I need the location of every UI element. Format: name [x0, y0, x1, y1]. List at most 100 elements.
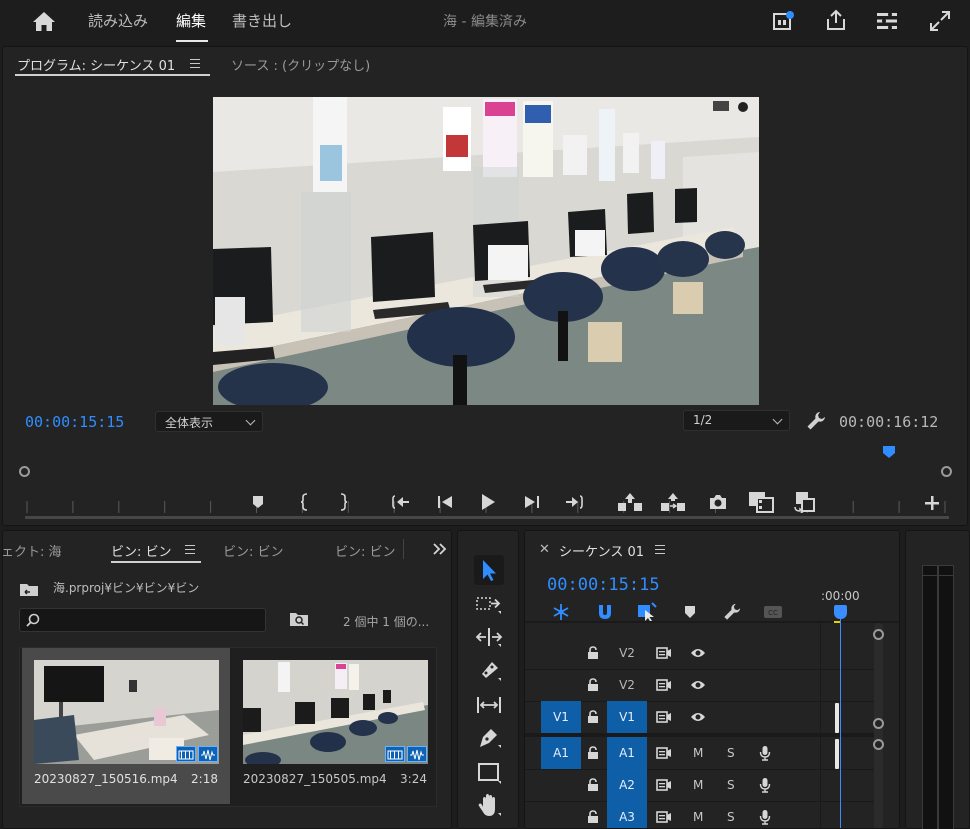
track-row-1: V2: [525, 669, 821, 701]
track-select-tool-icon[interactable]: [474, 589, 504, 619]
video-clip-end[interactable]: [835, 703, 839, 733]
play-icon[interactable]: [479, 493, 497, 511]
step-forward-icon[interactable]: [523, 495, 541, 509]
mic-icon[interactable]: [759, 809, 771, 825]
active-tab-indicator: [15, 74, 210, 76]
active-tab-indicator: [111, 561, 201, 563]
project-name: 海: [443, 14, 458, 30]
go-to-in-icon[interactable]: [391, 494, 411, 510]
rectangle-tool-icon[interactable]: [474, 757, 504, 787]
lift-icon[interactable]: [617, 492, 643, 512]
lock-icon[interactable]: [587, 678, 599, 692]
lock-icon[interactable]: [587, 646, 599, 660]
wrench-icon[interactable]: [806, 411, 826, 431]
audio-scrollbar-top-handle[interactable]: [873, 739, 884, 750]
mic-icon[interactable]: [759, 777, 771, 793]
scrollbar-top-handle[interactable]: [873, 629, 884, 640]
track-label[interactable]: A1: [607, 737, 647, 769]
track-label[interactable]: V2: [607, 669, 647, 701]
solo-button[interactable]: S: [727, 746, 735, 760]
solo-button[interactable]: S: [727, 778, 735, 792]
razor-tool-icon[interactable]: [474, 656, 504, 686]
add-marker-icon[interactable]: [251, 495, 265, 509]
mark-in-icon[interactable]: [298, 493, 310, 511]
film-icon[interactable]: [656, 679, 672, 691]
current-timecode[interactable]: 00:00:15:15: [25, 413, 124, 431]
zoom-dropdown[interactable]: 全体表示: [155, 411, 263, 432]
eye-icon[interactable]: [690, 647, 706, 659]
film-icon[interactable]: [656, 647, 672, 659]
add-icon[interactable]: [925, 496, 939, 510]
panel-menu-icon[interactable]: [190, 59, 200, 71]
parent-bin-icon[interactable]: [19, 581, 39, 597]
tab-program[interactable]: プログラム: シーケンス 01: [17, 55, 175, 74]
lock-icon[interactable]: [587, 746, 599, 760]
sync-lock-icon[interactable]: [656, 779, 672, 791]
trim-icon[interactable]: [793, 491, 817, 513]
track-row-3: A1 A1 M S: [525, 737, 821, 769]
media-grid: 20230827_150516.mp4 2:18 20230827_150505…: [19, 647, 437, 807]
mute-button[interactable]: M: [693, 778, 703, 792]
track-label[interactable]: V2: [607, 637, 647, 669]
track-label[interactable]: A2: [607, 769, 647, 801]
mark-out-icon[interactable]: [338, 493, 350, 511]
find-in-bin-icon[interactable]: [289, 611, 309, 627]
selection-tool-icon[interactable]: [474, 555, 504, 585]
resolution-dropdown[interactable]: 1/2: [683, 410, 790, 431]
eye-icon[interactable]: [690, 711, 706, 723]
ruler-end-handle[interactable]: [941, 466, 952, 477]
mute-button[interactable]: M: [693, 746, 703, 760]
chevron-double-right-icon[interactable]: [433, 543, 447, 555]
tab-bin-3[interactable]: ビン: ビン: [335, 541, 396, 560]
clip-item[interactable]: 20230827_150505.mp4 3:24: [231, 648, 439, 804]
tab-source[interactable]: ソース : (クリップなし): [231, 55, 370, 74]
mic-icon[interactable]: [759, 745, 771, 761]
scrollbar-bottom-handle[interactable]: [873, 718, 884, 729]
program-video-frame[interactable]: [213, 97, 759, 405]
time-ruler-track[interactable]: [25, 516, 949, 519]
tab-bin-1[interactable]: ビン: ビン: [111, 541, 172, 560]
tab-bin-2[interactable]: ビン: ビン: [223, 541, 284, 560]
camera-icon[interactable]: [708, 494, 728, 510]
audio-meter-panel: [905, 530, 970, 829]
fullscreen-icon[interactable]: [929, 10, 951, 32]
solo-button[interactable]: S: [727, 810, 735, 824]
workspaces-icon[interactable]: [876, 11, 898, 31]
extract-icon[interactable]: [660, 492, 686, 512]
lock-icon[interactable]: [587, 810, 599, 824]
ripple-edit-tool-icon[interactable]: [474, 622, 504, 652]
source-patch[interactable]: V1: [541, 701, 581, 733]
audio-clip-end[interactable]: [835, 739, 839, 769]
timeline-panel: ✕ シーケンス 01 00:00:15:15 :00:00 CC V2 V2 V1 V…: [524, 530, 900, 829]
ruler-start-handle[interactable]: [19, 466, 30, 477]
go-to-out-icon[interactable]: [564, 494, 584, 510]
lock-icon[interactable]: [587, 778, 599, 792]
tab-project[interactable]: ェクト: 海: [3, 541, 62, 560]
track-label[interactable]: A3: [607, 801, 647, 828]
sync-lock-icon[interactable]: [656, 811, 672, 823]
share-icon[interactable]: [825, 9, 847, 31]
mute-button[interactable]: M: [693, 810, 703, 824]
video-audio-divider[interactable]: [525, 733, 877, 737]
lock-icon[interactable]: [587, 710, 599, 724]
compare-icon[interactable]: [748, 491, 774, 513]
eye-icon[interactable]: [690, 679, 706, 691]
source-patch[interactable]: A1: [541, 737, 581, 769]
sync-lock-icon[interactable]: [656, 747, 672, 759]
hand-tool-icon[interactable]: [474, 791, 504, 821]
video-badge-icon: [385, 746, 405, 762]
track-label[interactable]: V1: [607, 701, 647, 733]
notification-icon[interactable]: [773, 11, 795, 31]
film-icon[interactable]: [656, 711, 672, 723]
audio-meter-left: [922, 565, 938, 829]
pen-tool-icon[interactable]: [474, 723, 504, 753]
track-row-0: V2: [525, 637, 821, 669]
audio-badge-icon: [407, 746, 427, 762]
playhead-marker[interactable]: [882, 445, 896, 459]
playhead-marker[interactable]: [834, 605, 847, 619]
panel-menu-icon[interactable]: [185, 545, 195, 557]
step-back-icon[interactable]: [436, 495, 454, 509]
slip-tool-icon[interactable]: [474, 690, 504, 720]
search-input[interactable]: [19, 608, 266, 632]
clip-item[interactable]: 20230827_150516.mp4 2:18: [22, 648, 230, 804]
